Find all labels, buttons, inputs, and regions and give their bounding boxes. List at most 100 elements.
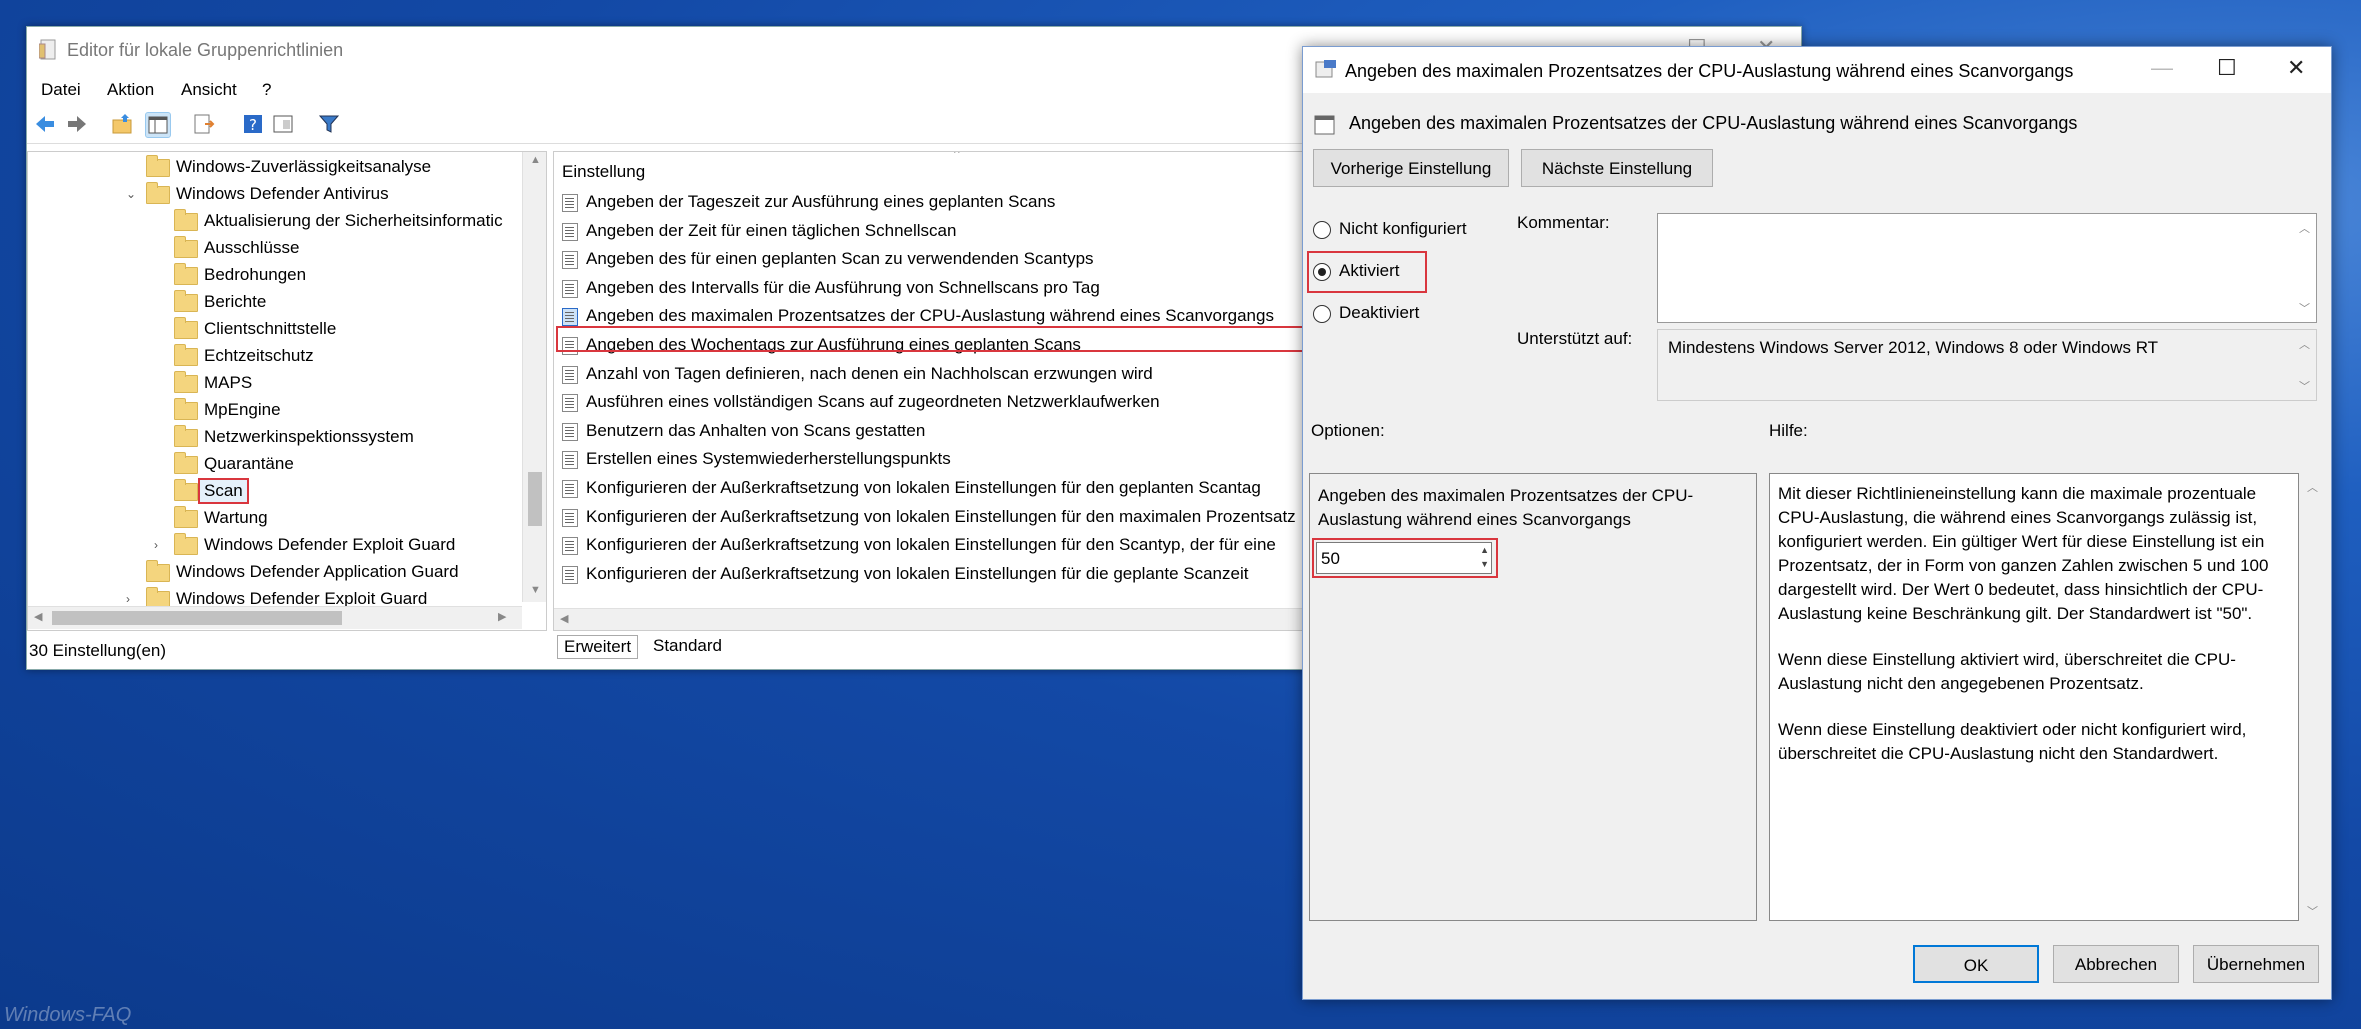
policy-editor-icon: [39, 39, 56, 60]
help-label: Hilfe:: [1769, 421, 1808, 440]
show-tree-icon[interactable]: [145, 112, 171, 138]
setting-heading: Angeben des maximalen Prozentsatzes der …: [1349, 113, 2078, 133]
supported-scroll-down-icon[interactable]: ﹀: [2299, 378, 2310, 394]
enabled-highlight: [1307, 251, 1427, 293]
help-icon[interactable]: ?: [241, 112, 265, 136]
tree-horizontal-scrollbar[interactable]: ◀ ▶: [28, 606, 522, 629]
comment-scroll-up-icon[interactable]: ︿: [2299, 220, 2310, 236]
label-not-configured: Nicht konfiguriert: [1339, 219, 1467, 238]
supported-value: Mindestens Windows Server 2012, Windows …: [1668, 338, 2159, 357]
dialog-titlebar[interactable]: Angeben des maximalen Prozentsatzes der …: [1303, 47, 2331, 93]
view-tabs: Erweitert Standard: [553, 631, 1153, 661]
folder-icon: [174, 344, 198, 366]
up-folder-icon[interactable]: [111, 112, 135, 136]
folder-icon: [174, 209, 198, 231]
apply-button[interactable]: Übernehmen: [2193, 945, 2319, 983]
help-paragraph-2: Wenn diese Einstellung aktiviert wird, ü…: [1778, 650, 2236, 693]
tree-item-label: Windows Defender Application Guard: [176, 562, 459, 581]
tree-scroll-thumb[interactable]: [528, 472, 542, 526]
scroll-up-icon[interactable]: ▲: [530, 154, 541, 166]
radio-disabled[interactable]: [1313, 305, 1331, 323]
policy-list-item-label: Konfigurieren der Außerkraftsetzung von …: [586, 478, 1261, 497]
tab-erweitert[interactable]: Erweitert: [557, 635, 639, 659]
comment-scroll-down-icon[interactable]: ﹀: [2299, 300, 2310, 316]
dialog-maximize-button[interactable]: ☐: [2217, 55, 2237, 81]
comment-textarea[interactable]: ︿ ﹀: [1657, 213, 2317, 323]
tree-item-label: Windows Defender Exploit Guard: [204, 535, 456, 554]
scroll-left-icon[interactable]: ◀: [34, 610, 42, 623]
dialog-close-button[interactable]: ✕: [2287, 55, 2305, 81]
back-arrow-icon[interactable]: [33, 112, 57, 136]
policy-setting-icon: [562, 480, 578, 498]
tree-item-label: MpEngine: [204, 400, 281, 419]
folder-icon: [174, 236, 198, 258]
collapse-chevron-icon[interactable]: ⌄: [126, 181, 136, 207]
radio-not-configured[interactable]: [1313, 221, 1331, 239]
options-panel: Angeben des maximalen Prozentsatzes der …: [1309, 473, 1757, 921]
folder-icon: [174, 371, 198, 393]
policy-list-item-label: Konfigurieren der Außerkraftsetzung von …: [586, 506, 1296, 526]
policy-setting-icon: [1315, 60, 1336, 78]
folder-icon: [146, 155, 170, 177]
tree-item-label: Ausschlüsse: [204, 238, 300, 257]
dialog-minimize-button[interactable]: —: [2151, 55, 2173, 81]
policy-setting-icon: [562, 451, 578, 470]
policy-setting-icon: [562, 565, 578, 584]
policy-setting-icon: [562, 508, 578, 527]
list-scroll-left-icon[interactable]: ◀: [560, 612, 568, 625]
menu-ansicht[interactable]: Ansicht: [181, 80, 237, 100]
policy-list-item-label: Konfigurieren der Außerkraftsetzung von …: [586, 563, 1249, 583]
policy-setting-icon: [562, 194, 578, 212]
folder-icon: [174, 398, 198, 420]
tree-item-label: Quarantäne: [204, 454, 294, 473]
expand-chevron-icon[interactable]: ›: [154, 532, 158, 558]
cancel-button[interactable]: Abbrechen: [2053, 945, 2179, 983]
tree-item-label: Windows-Zuverlässigkeitsanalyse: [176, 157, 432, 176]
policy-list-item-label: Angeben der Zeit für einen täglichen Sch…: [586, 220, 957, 240]
tree-hscroll-thumb[interactable]: [52, 611, 342, 625]
menu-help[interactable]: ?: [262, 80, 271, 100]
menu-aktion[interactable]: Aktion: [107, 80, 154, 100]
folder-icon: [146, 560, 170, 582]
policy-list-item-label: Anzahl von Tagen definieren, nach denen …: [586, 363, 1153, 383]
filter-icon[interactable]: [317, 112, 341, 136]
tree-vertical-scrollbar[interactable]: ▲ ▼: [522, 152, 546, 602]
column-einstellung[interactable]: Einstellung: [562, 162, 645, 182]
tree-item-label: Echtzeitschutz: [204, 346, 314, 365]
sort-arrow-icon: ^: [954, 151, 960, 160]
policy-list-item-label: Angeben der Tageszeit zur Ausführung ein…: [586, 192, 1056, 211]
folder-icon: [174, 263, 198, 285]
policy-setting-icon: [562, 537, 578, 556]
folder-icon: [146, 182, 170, 204]
policy-setting-dialog: Angeben des maximalen Prozentsatzes der …: [1302, 46, 2332, 1000]
tree-item-label: Scan: [198, 478, 249, 504]
scroll-right-icon[interactable]: ▶: [498, 610, 506, 623]
help-scroll-down-icon[interactable]: ﹀: [2307, 903, 2318, 919]
previous-setting-button[interactable]: Vorherige Einstellung: [1313, 149, 1509, 187]
next-setting-button[interactable]: Nächste Einstellung: [1521, 149, 1713, 187]
help-scroll-up-icon[interactable]: ︿: [2307, 479, 2318, 495]
folder-icon: [174, 479, 198, 501]
policy-setting-icon: [562, 365, 578, 384]
supported-scroll-up-icon[interactable]: ︿: [2299, 336, 2310, 352]
export-list-icon[interactable]: [191, 112, 215, 136]
tree-item-label: Netzwerkinspektionssystem: [204, 427, 414, 446]
label-disabled: Deaktiviert: [1339, 303, 1420, 322]
help-paragraph-3: Wenn diese Einstellung deaktiviert oder …: [1778, 720, 2247, 763]
folder-icon: [174, 533, 198, 555]
scroll-down-icon[interactable]: ▼: [530, 584, 541, 596]
tree-item-label: Bedrohungen: [204, 265, 307, 284]
forward-arrow-icon[interactable]: [65, 112, 89, 136]
status-bar: 30 Einstellung(en): [27, 637, 527, 667]
folder-icon: [174, 425, 198, 447]
tree-item-label: Windows Defender Antivirus: [176, 184, 389, 203]
properties-pane-icon[interactable]: [271, 112, 295, 136]
options-label: Optionen:: [1311, 421, 1385, 440]
ok-button[interactable]: OK: [1913, 945, 2039, 983]
menu-datei[interactable]: Datei: [41, 80, 81, 100]
help-panel: Mit dieser Richtlinieneinstellung kann d…: [1769, 473, 2299, 921]
tab-standard[interactable]: Standard: [647, 635, 728, 657]
policy-setting-icon: [562, 279, 578, 298]
help-paragraph-1: Mit dieser Richtlinieneinstellung kann d…: [1778, 484, 2269, 623]
policy-setting-icon: [562, 251, 578, 270]
